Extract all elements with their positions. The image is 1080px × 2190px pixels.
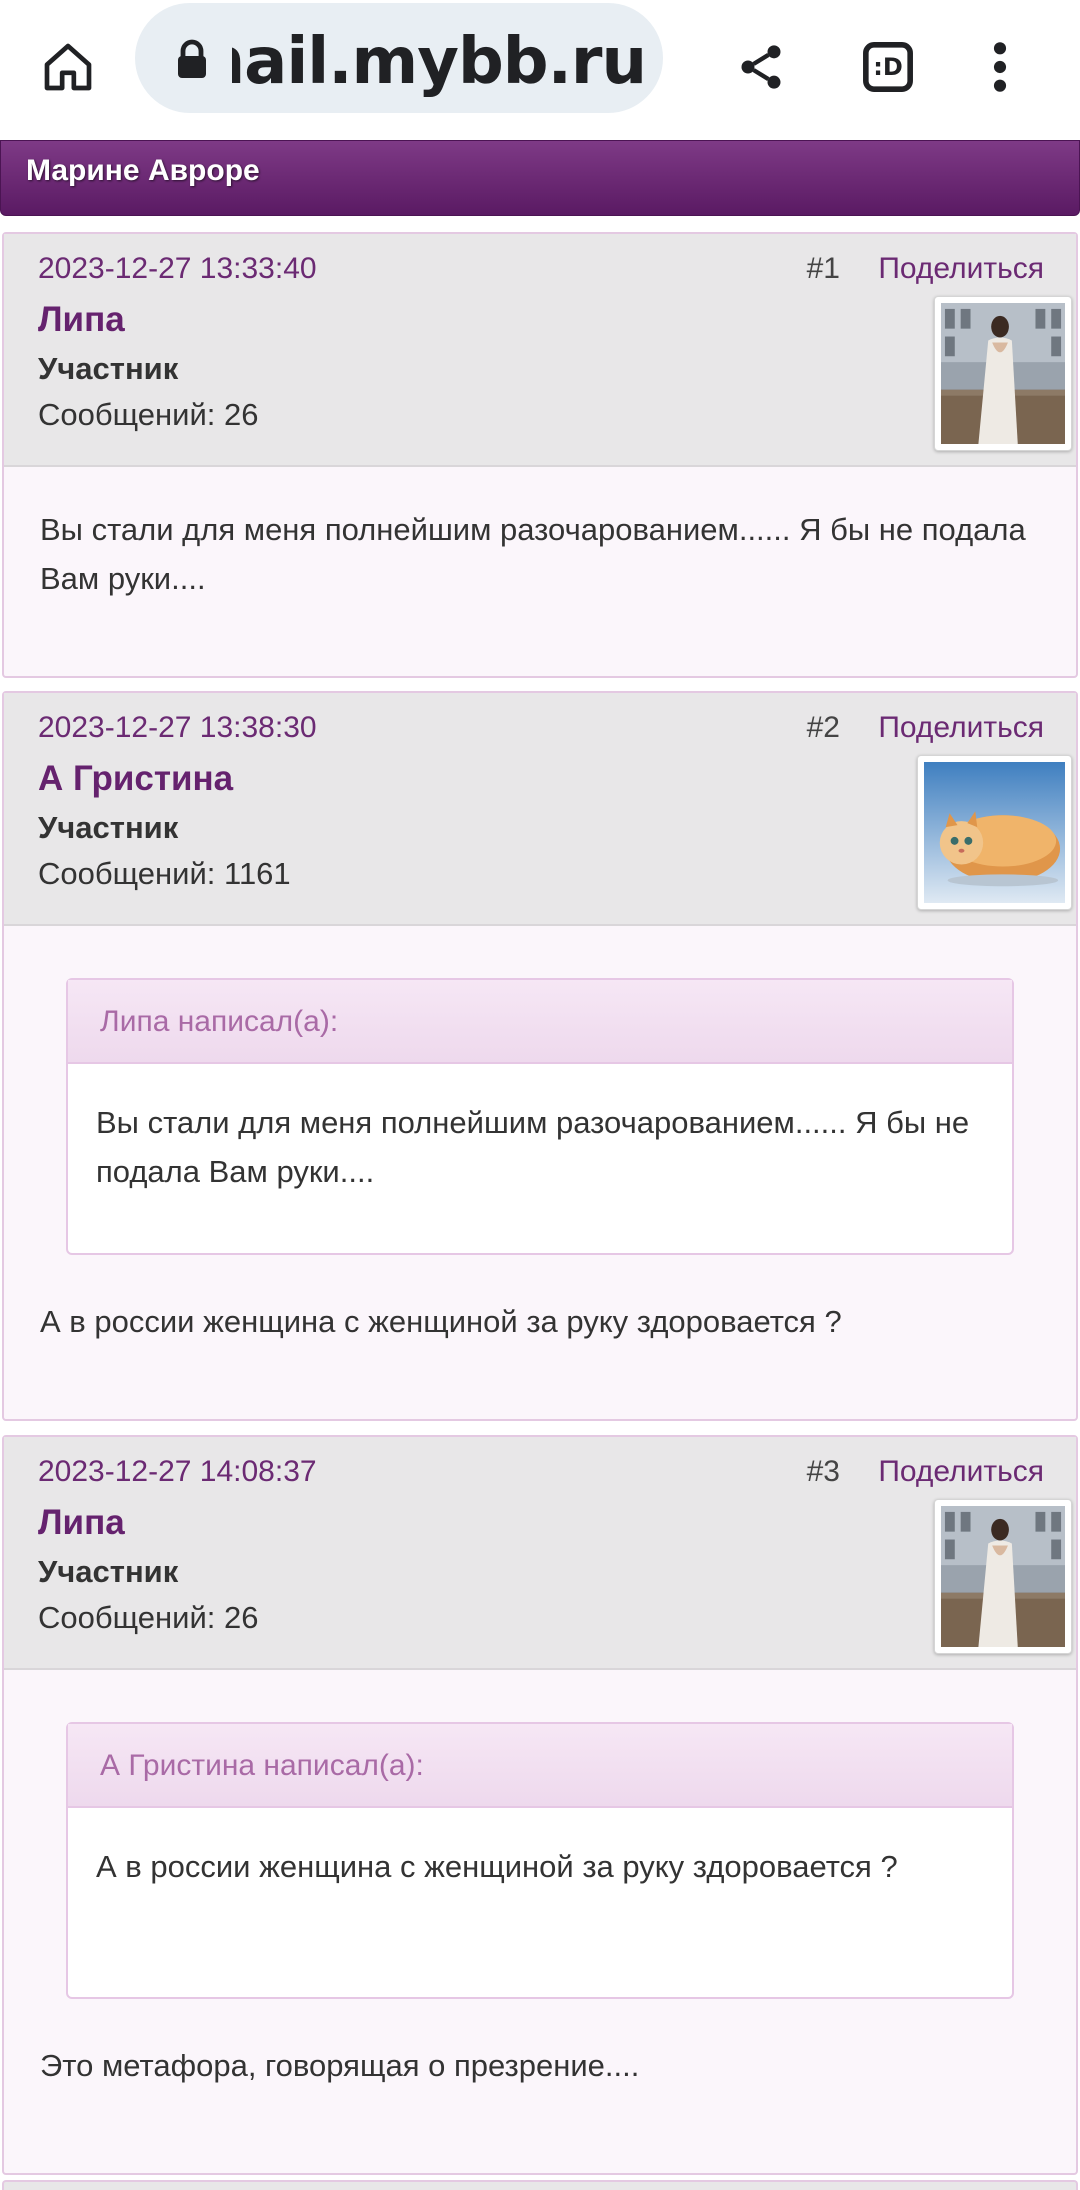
quote-block: А Гристина написал(а): А в россии женщин… (66, 1722, 1014, 1999)
more-vert-icon (993, 42, 1007, 92)
lock-icon[interactable] (177, 39, 207, 79)
url-text: nail.mybb.ru (232, 25, 647, 99)
tab-switcher-label: :D (873, 53, 903, 81)
post-text: А в россии женщина с женщиной за руку зд… (40, 1304, 842, 1339)
post-author[interactable]: Липа (38, 1503, 125, 1543)
address-bar[interactable]: nail.mybb.ru (135, 3, 663, 113)
quote-header: Липа написал(а): (68, 980, 1012, 1064)
author-role: Участник (38, 810, 179, 845)
next-post-edge (2, 2180, 1078, 2190)
share-link[interactable]: Поделиться (878, 1455, 1044, 1489)
share-link[interactable]: Поделиться (878, 711, 1044, 745)
post: 2023-12-27 14:08:37 #3 Поделиться Липа У… (2, 1435, 1078, 2175)
post-date[interactable]: 2023-12-27 13:38:30 (38, 711, 317, 745)
post-date[interactable]: 2023-12-27 14:08:37 (38, 1455, 317, 1489)
topic-title: Марине Авроре (0, 140, 1080, 216)
post-text: Это метафора, говорящая о презрение.... (40, 2048, 640, 2083)
post-body: А Гристина написал(а): А в россии женщин… (4, 1670, 1076, 2090)
post-text: Вы стали для меня полнейшим разочаровани… (40, 512, 1026, 596)
post-body: Липа написал(а): Вы стали для меня полне… (4, 926, 1076, 1346)
post-header: 2023-12-27 13:33:40 #1 Поделиться Липа У… (4, 234, 1076, 467)
post-number[interactable]: #3 (807, 1455, 840, 1489)
bride-photo (941, 1506, 1065, 1647)
share-link[interactable]: Поделиться (878, 252, 1044, 286)
share-button[interactable] (721, 27, 801, 107)
bride-photo (941, 303, 1065, 444)
tab-switcher-button[interactable]: :D (848, 27, 928, 107)
quote-header: А Гристина написал(а): (68, 1724, 1012, 1808)
post-number[interactable]: #2 (807, 711, 840, 745)
avatar[interactable] (934, 296, 1072, 451)
author-post-count: Сообщений: 26 (38, 1600, 259, 1635)
cat-bread-photo (924, 762, 1065, 903)
share-icon (741, 45, 781, 89)
author-role: Участник (38, 351, 179, 386)
author-post-count: Сообщений: 26 (38, 397, 259, 432)
post-number[interactable]: #1 (807, 252, 840, 286)
author-role: Участник (38, 1554, 179, 1589)
post: 2023-12-27 13:38:30 #2 Поделиться А Грис… (2, 691, 1078, 1421)
quote-text: А в россии женщина с женщиной за руку зд… (96, 1849, 898, 1884)
post-author[interactable]: Липа (38, 300, 125, 340)
more-menu-button[interactable] (960, 27, 1040, 107)
avatar[interactable] (917, 755, 1072, 910)
author-post-count: Сообщений: 1161 (38, 856, 291, 891)
post-author[interactable]: А Гристина (38, 759, 233, 799)
post-header: 2023-12-27 14:08:37 #3 Поделиться Липа У… (4, 1437, 1076, 1670)
post-header: 2023-12-27 13:38:30 #2 Поделиться А Грис… (4, 693, 1076, 926)
home-icon (44, 43, 92, 91)
browser-toolbar: nail.mybb.ru :D (0, 0, 1080, 140)
url-text-container: nail.mybb.ru (232, 3, 652, 113)
post: 2023-12-27 13:33:40 #1 Поделиться Липа У… (2, 232, 1078, 678)
avatar[interactable] (934, 1499, 1072, 1654)
home-button[interactable] (28, 27, 108, 107)
post-date[interactable]: 2023-12-27 13:33:40 (38, 252, 317, 286)
quote-block: Липа написал(а): Вы стали для меня полне… (66, 978, 1014, 1255)
quote-text: Вы стали для меня полнейшим разочаровани… (96, 1105, 970, 1189)
